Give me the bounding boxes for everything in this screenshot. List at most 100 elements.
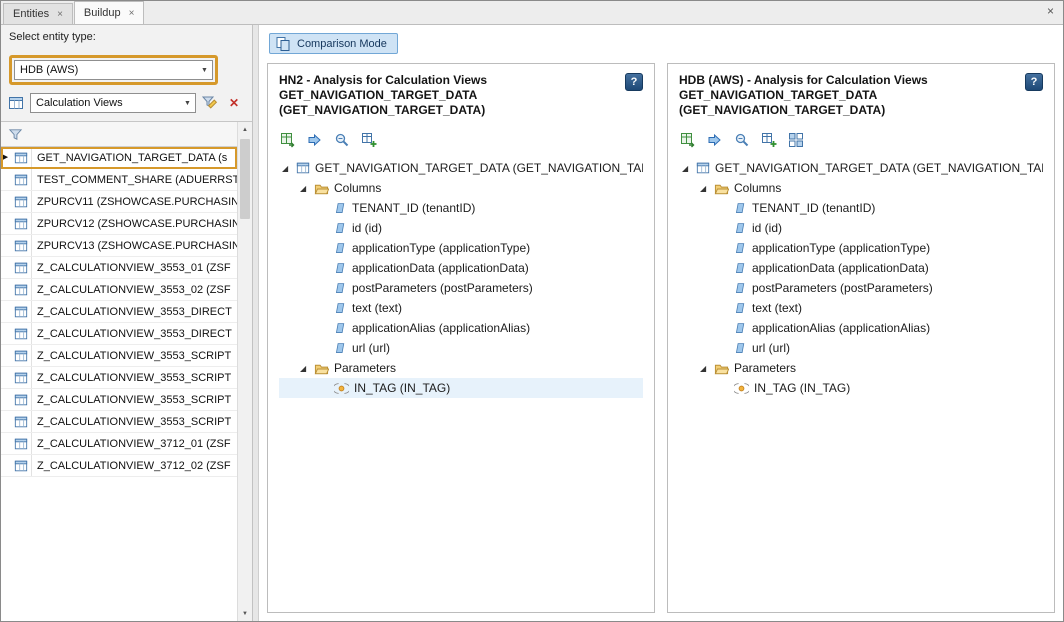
list-item[interactable]: ZPURCV13 (ZSHOWCASE.PURCHASIN <box>1 235 237 257</box>
tree-node-column[interactable]: postParameters (postParameters) <box>679 278 1043 298</box>
column-icon <box>334 322 347 335</box>
scrollbar-thumb[interactable] <box>240 139 250 219</box>
add-grid-button[interactable] <box>760 131 778 149</box>
expand-arrow-icon[interactable]: ◢ <box>300 364 309 373</box>
window-close-icon[interactable]: × <box>1047 5 1054 17</box>
comparison-pages-icon <box>275 36 291 52</box>
tab-buildup-close-icon[interactable]: × <box>129 8 135 19</box>
tree-node-label: applicationAlias (applicationAlias) <box>752 321 930 335</box>
calc-view-icon <box>14 305 28 319</box>
tree-node-column[interactable]: applicationType (applicationType) <box>279 238 643 258</box>
list-item-label: Z_CALCULATIONVIEW_3553_DIRECT <box>32 306 237 318</box>
comparison-mode-button[interactable]: Comparison Mode <box>269 33 398 54</box>
tree-node-parameters[interactable]: ◢ Parameters <box>279 358 643 378</box>
scroll-down-icon[interactable]: ▼ <box>238 606 252 621</box>
entity-type-dropdown[interactable]: HDB (AWS) ▼ <box>14 60 213 80</box>
tree-node-columns[interactable]: ◢ Columns <box>679 178 1043 198</box>
list-item[interactable]: Z_CALCULATIONVIEW_3553_SCRIPT <box>1 411 237 433</box>
tree-node-column[interactable]: TENANT_ID (tenantID) <box>679 198 1043 218</box>
tree-node-root[interactable]: ◢ GET_NAVIGATION_TARGET_DATA (GET_NAVIGA… <box>679 158 1043 178</box>
expand-arrow-icon[interactable]: ◢ <box>300 184 309 193</box>
panel-title-line: (GET_NAVIGATION_TARGET_DATA) <box>279 103 487 118</box>
tree-node-columns[interactable]: ◢ Columns <box>279 178 643 198</box>
list-item[interactable]: ZPURCV12 (ZSHOWCASE.PURCHASIN <box>1 213 237 235</box>
tree-node-column[interactable]: id (id) <box>279 218 643 238</box>
panel-left: HN2 - Analysis for Calculation Views GET… <box>267 63 655 613</box>
list-item[interactable]: Z_CALCULATIONVIEW_3712_01 (ZSF <box>1 433 237 455</box>
list-item[interactable]: Z_CALCULATIONVIEW_3553_02 (ZSF <box>1 279 237 301</box>
list-item-label: ZPURCV12 (ZSHOWCASE.PURCHASIN <box>32 218 237 230</box>
tree-node-label: id (id) <box>752 221 782 235</box>
view-type-icon <box>6 93 26 113</box>
tree-node-column[interactable]: text (text) <box>679 298 1043 318</box>
calc-view-icon <box>14 459 28 473</box>
row-marker-icon: ▶ <box>1 147 10 169</box>
tree-node-root[interactable]: ◢ GET_NAVIGATION_TARGET_DATA (GET_NAVIGA… <box>279 158 643 178</box>
add-grid-button[interactable] <box>360 131 378 149</box>
transfer-button[interactable] <box>306 131 324 149</box>
tree-node-column[interactable]: applicationData (applicationData) <box>679 258 1043 278</box>
tab-entities-close-icon[interactable]: × <box>57 9 63 20</box>
clear-filter-button[interactable]: ✕ <box>224 93 244 113</box>
list-item-label: ZPURCV13 (ZSHOWCASE.PURCHASIN <box>32 240 237 252</box>
tree-node-parameter[interactable]: IN_TAG (IN_TAG) <box>279 378 643 398</box>
tree-node-column[interactable]: url (url) <box>279 338 643 358</box>
column-icon <box>334 222 347 235</box>
view-filter-dropdown[interactable]: Calculation Views ▼ <box>30 93 196 113</box>
tree-node-parameter[interactable]: IN_TAG (IN_TAG) <box>679 378 1043 398</box>
tree-node-column[interactable]: id (id) <box>679 218 1043 238</box>
list-item[interactable]: Z_CALCULATIONVIEW_3553_SCRIPT <box>1 367 237 389</box>
list-item[interactable]: TEST_COMMENT_SHARE (ADUERRST <box>1 169 237 191</box>
list-item[interactable]: Z_CALCULATIONVIEW_3553_DIRECT <box>1 323 237 345</box>
expand-arrow-icon[interactable]: ◢ <box>700 364 709 373</box>
export-button[interactable] <box>679 131 697 149</box>
column-icon <box>734 222 747 235</box>
scroll-up-icon[interactable]: ▲ <box>238 122 252 137</box>
expand-arrow-icon[interactable]: ◢ <box>282 164 291 173</box>
list-item[interactable]: Z_CALCULATIONVIEW_3553_DIRECT <box>1 301 237 323</box>
list-item[interactable]: ZPURCV11 (ZSHOWCASE.PURCHASIN <box>1 191 237 213</box>
export-table-icon <box>280 132 296 148</box>
chevron-down-icon: ▼ <box>180 100 195 107</box>
tab-entities[interactable]: Entities × <box>3 3 73 24</box>
app-window: Entities × Buildup × × Select entity typ… <box>0 0 1064 622</box>
calc-view-icon <box>14 437 28 451</box>
export-button[interactable] <box>279 131 297 149</box>
tree-node-column[interactable]: applicationType (applicationType) <box>679 238 1043 258</box>
expand-arrow-icon[interactable]: ◢ <box>682 164 691 173</box>
list-item[interactable]: ▶ GET_NAVIGATION_TARGET_DATA (s <box>1 147 237 169</box>
transfer-button[interactable] <box>706 131 724 149</box>
panel-title-line: (GET_NAVIGATION_TARGET_DATA) <box>679 103 928 118</box>
list-item[interactable]: Z_CALCULATIONVIEW_3553_SCRIPT <box>1 389 237 411</box>
edit-filter-button[interactable] <box>200 93 220 113</box>
zoom-button[interactable] <box>333 131 351 149</box>
tree-node-column[interactable]: TENANT_ID (tenantID) <box>279 198 643 218</box>
tab-buildup[interactable]: Buildup × <box>74 1 145 24</box>
column-icon <box>734 342 747 355</box>
entity-list-body: ▶ GET_NAVIGATION_TARGET_DATA (s TEST_COM… <box>1 122 237 621</box>
grid-layout-icon <box>788 132 804 148</box>
tree-node-column[interactable]: applicationData (applicationData) <box>279 258 643 278</box>
tree-node-parameters[interactable]: ◢ Parameters <box>679 358 1043 378</box>
compare-layout-button[interactable] <box>787 131 805 149</box>
entity-list-filter-header[interactable] <box>1 122 237 147</box>
entity-list-scrollbar[interactable]: ▲ ▼ <box>237 122 252 621</box>
expand-arrow-icon[interactable]: ◢ <box>700 184 709 193</box>
calc-view-icon <box>696 161 710 175</box>
tree-node-column[interactable]: postParameters (postParameters) <box>279 278 643 298</box>
panel-right-toolbar <box>679 131 1043 149</box>
zoom-button[interactable] <box>733 131 751 149</box>
help-icon[interactable]: ? <box>1025 73 1043 91</box>
list-item[interactable]: Z_CALCULATIONVIEW_3553_SCRIPT <box>1 345 237 367</box>
tree-node-column[interactable]: text (text) <box>279 298 643 318</box>
tree-node-column[interactable]: applicationAlias (applicationAlias) <box>279 318 643 338</box>
tree-node-column[interactable]: url (url) <box>679 338 1043 358</box>
tree-node-column[interactable]: applicationAlias (applicationAlias) <box>679 318 1043 338</box>
list-item-label: Z_CALCULATIONVIEW_3553_SCRIPT <box>32 394 237 406</box>
list-item[interactable]: Z_CALCULATIONVIEW_3553_01 (ZSF <box>1 257 237 279</box>
calc-view-icon <box>14 217 28 231</box>
calc-view-icon <box>14 349 28 363</box>
entity-type-value: HDB (AWS) <box>15 64 197 76</box>
help-icon[interactable]: ? <box>625 73 643 91</box>
list-item[interactable]: Z_CALCULATIONVIEW_3712_02 (ZSF <box>1 455 237 477</box>
